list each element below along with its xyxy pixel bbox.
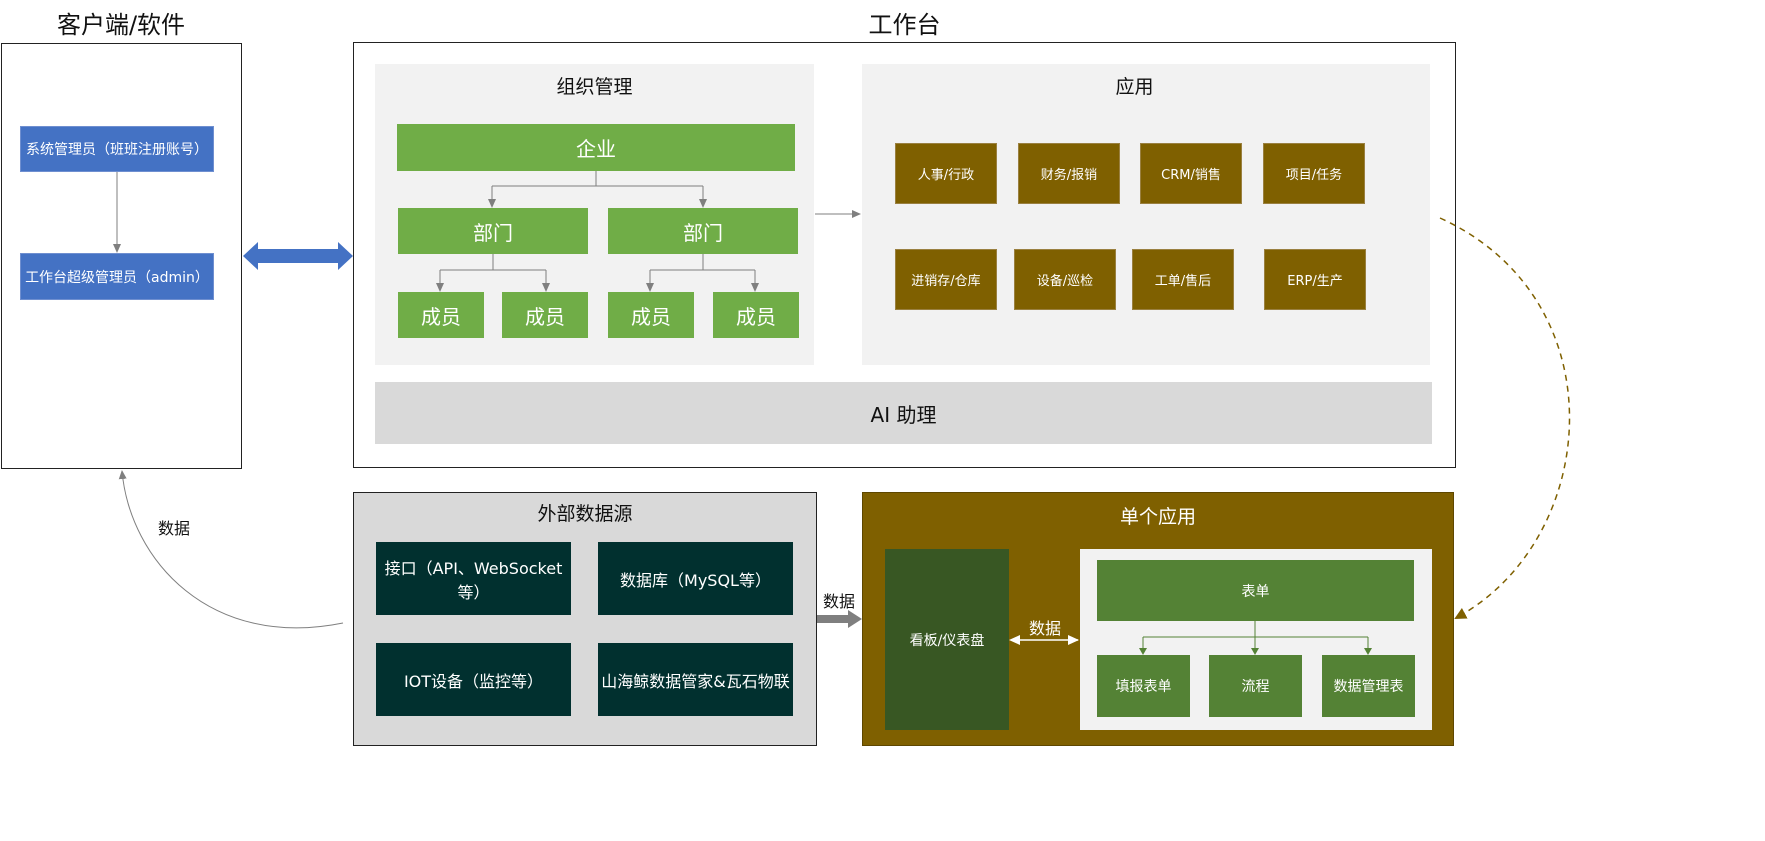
connectors — [113, 171, 1571, 655]
data-label-left: 数据 — [157, 519, 190, 538]
external-to-single-arrow — [817, 610, 862, 628]
client-workbench-double-arrow — [243, 242, 353, 270]
data-label-inner: 数据 — [1028, 619, 1061, 638]
apps-to-single-app-curve — [1439, 217, 1571, 619]
external-to-client-arc — [118, 470, 344, 629]
data-label-middle: 数据 — [822, 592, 855, 611]
org-tree-connectors — [436, 171, 759, 292]
form-tree-arrowheads — [1139, 648, 1372, 655]
